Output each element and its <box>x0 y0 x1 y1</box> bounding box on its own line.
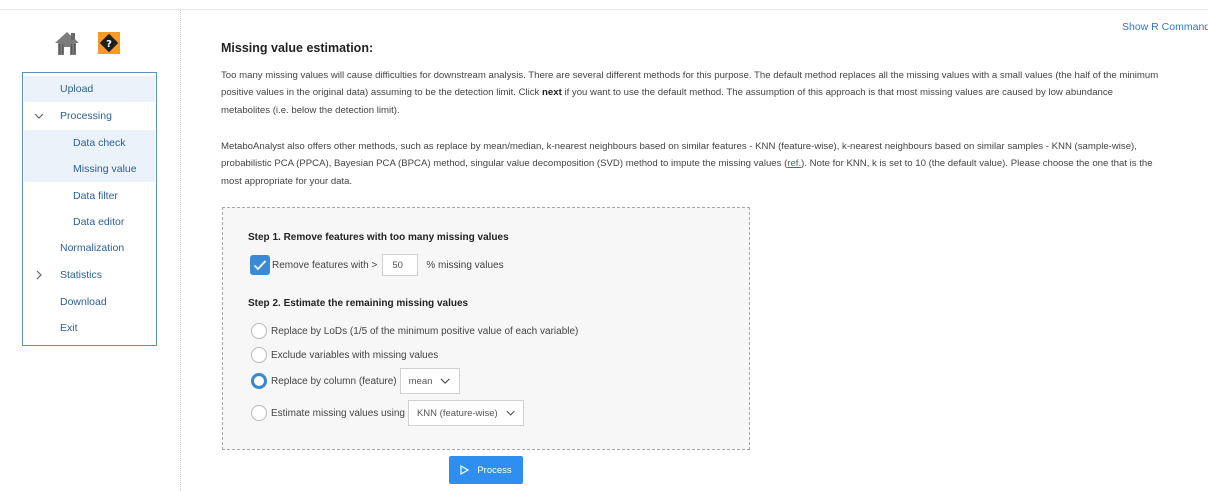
option-lods-radio[interactable] <box>251 323 267 339</box>
option-lods-label: Replace by LoDs (1/5 of the minimum posi… <box>271 325 579 337</box>
remove-features-checkbox[interactable] <box>250 255 270 275</box>
sidebar-item-exit[interactable]: Exit <box>24 315 155 341</box>
sidebar-item-normalization[interactable]: Normalization <box>24 235 155 261</box>
chevron-down-icon <box>440 378 451 384</box>
sidebar-item-label: Exit <box>60 322 78 334</box>
option-column-radio[interactable] <box>251 373 267 389</box>
sidebar-icons: ? <box>54 28 120 58</box>
sidebar-nav: Upload Processing Data check Missing val… <box>22 72 157 346</box>
sidebar-item-missing-value[interactable]: Missing value <box>24 156 155 182</box>
sidebar-item-label: Normalization <box>60 242 125 254</box>
option-column-label: Replace by column (feature) <box>271 375 397 387</box>
sidebar-item-label: Data editor <box>73 216 125 228</box>
sidebar-item-upload[interactable]: Upload <box>24 76 155 102</box>
chevron-down-icon <box>34 113 44 119</box>
step1-title: Step 1. Remove features with too many mi… <box>248 232 509 243</box>
show-r-commands-link[interactable]: Show R Commands <box>1122 21 1208 33</box>
sidebar-divider <box>180 10 181 491</box>
sidebar-item-label: Statistics <box>60 269 103 281</box>
sidebar-item-data-editor[interactable]: Data editor <box>24 209 155 235</box>
remove-features-suffix: % missing values <box>426 259 504 271</box>
knn-method-value: KNN (feature-wise) <box>416 407 498 419</box>
sidebar-item-processing[interactable]: Processing <box>24 103 155 129</box>
knn-method-select[interactable]: KNN (feature-wise) <box>407 400 524 426</box>
svg-text:?: ? <box>106 39 112 50</box>
sidebar-item-data-check[interactable]: Data check <box>24 130 155 156</box>
intro-paragraph: Too many missing values will cause diffi… <box>221 67 1161 119</box>
column-method-value: mean <box>408 375 433 387</box>
sidebar-item-download[interactable]: Download <box>24 289 155 315</box>
option-column-row[interactable]: Replace by column (feature) mean <box>251 368 460 394</box>
option-exclude-row[interactable]: Exclude variables with missing values <box>251 347 438 363</box>
play-icon <box>460 465 470 475</box>
options-panel: Step 1. Remove features with too many mi… <box>222 207 750 450</box>
intro-bold-next: next <box>542 87 562 99</box>
sidebar-item-label: Processing <box>60 110 112 122</box>
sidebar-item-label: Data filter <box>73 190 118 202</box>
process-button-label: Process <box>477 464 512 476</box>
sidebar-item-label: Upload <box>60 83 94 95</box>
sidebar-item-label: Data check <box>73 137 126 149</box>
page-title: Missing value estimation: <box>221 41 374 55</box>
option-knn-radio[interactable] <box>251 405 267 421</box>
step2-title: Step 2. Estimate the remaining missing v… <box>248 298 469 309</box>
remove-features-prefix: Remove features with > <box>272 259 378 271</box>
top-divider <box>0 9 1208 10</box>
missing-percent-input[interactable] <box>382 254 419 276</box>
option-exclude-label: Exclude variables with missing values <box>271 349 439 361</box>
column-method-select[interactable]: mean <box>399 368 460 394</box>
option-knn-row[interactable]: Estimate missing values using KNN (featu… <box>251 400 524 426</box>
check-icon <box>253 260 267 271</box>
home-icon[interactable] <box>54 30 80 56</box>
sidebar-item-statistics[interactable]: Statistics <box>24 262 155 288</box>
chevron-down-icon <box>506 410 515 416</box>
process-button[interactable]: Process <box>449 456 523 484</box>
ref-link[interactable]: ref. <box>787 158 801 169</box>
option-exclude-radio[interactable] <box>251 347 267 363</box>
help-icon[interactable]: ? <box>98 32 120 54</box>
sidebar-item-label: Missing value <box>73 163 137 175</box>
chevron-right-icon <box>36 270 42 280</box>
methods-paragraph: MetaboAnalyst also offers other methods,… <box>221 138 1161 190</box>
sidebar-item-label: Download <box>60 296 107 308</box>
sidebar-item-data-filter[interactable]: Data filter <box>24 183 155 209</box>
option-lods-row[interactable]: Replace by LoDs (1/5 of the minimum posi… <box>251 323 578 339</box>
remove-features-row: Remove features with > % missing values <box>250 254 504 276</box>
option-knn-label: Estimate missing values using <box>271 407 405 419</box>
